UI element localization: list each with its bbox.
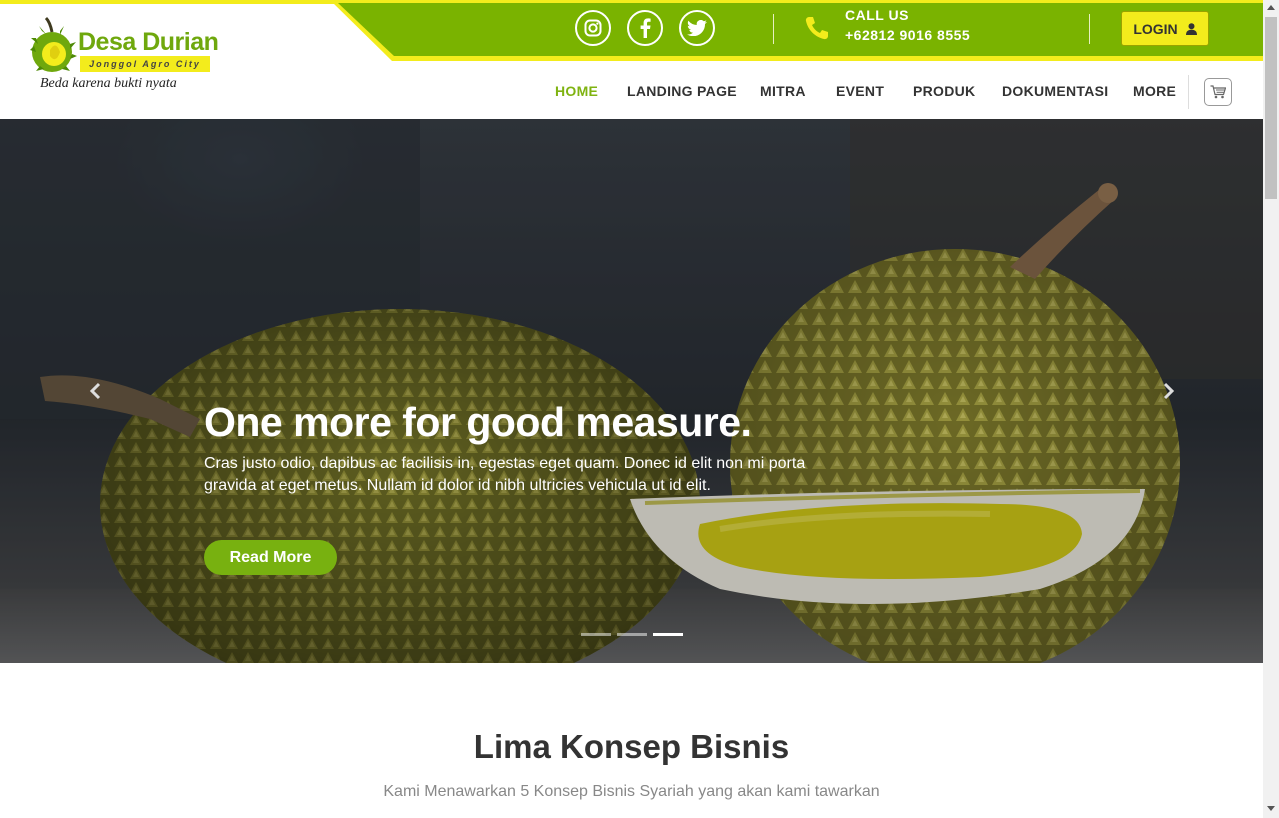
twitter-link[interactable]	[679, 10, 715, 46]
scrollbar-thumb[interactable]	[1265, 17, 1277, 199]
hero-text: Cras justo odio, dapibus ac facilisis in…	[204, 455, 806, 494]
slide-indicator[interactable]	[581, 633, 611, 636]
page-scrollbar[interactable]	[1263, 0, 1279, 818]
topbar-divider	[773, 14, 774, 44]
scroll-up-icon[interactable]	[1267, 5, 1275, 10]
hero-title: One more for good measure.	[204, 399, 752, 445]
section-subtitle: Kami Menawarkan 5 Konsep Bisnis Syariah …	[383, 783, 880, 800]
topbar-accent-line	[0, 0, 340, 4]
slide-indicator[interactable]	[617, 633, 647, 636]
instagram-icon	[584, 19, 602, 37]
chevron-left-icon[interactable]	[86, 381, 106, 401]
read-more-button[interactable]: Read More	[204, 540, 337, 575]
facebook-icon	[640, 18, 651, 38]
phone-icon	[805, 17, 828, 40]
slide-indicators	[581, 633, 691, 637]
cart-icon	[1210, 85, 1226, 99]
chevron-right-icon[interactable]	[1158, 381, 1178, 401]
nav-item-dokumentasi[interactable]: DOKUMENTASI	[1002, 83, 1108, 99]
user-icon	[1185, 22, 1197, 35]
nav-item-mitra[interactable]: MITRA	[760, 83, 806, 99]
brand-subtitle: Jonggol Agro City	[80, 56, 210, 72]
durian-logo-icon	[30, 16, 77, 72]
brand-name: Desa Durian	[78, 28, 219, 56]
login-label: LOGIN	[1133, 20, 1178, 37]
nav-item-landing-page[interactable]: LANDING PAGE	[627, 83, 737, 99]
instagram-link[interactable]	[575, 10, 611, 46]
section-title: Lima Konsep Bisnis	[473, 728, 790, 765]
cart-button[interactable]	[1204, 78, 1232, 106]
nav-item-more[interactable]: MORE	[1133, 83, 1176, 99]
hero-slider: One more for good measure. Cras justo od…	[0, 119, 1263, 663]
topbar-divider	[1089, 14, 1090, 44]
nav-item-home[interactable]: HOME	[555, 83, 598, 99]
nav-divider	[1188, 75, 1189, 109]
nav-item-event[interactable]: EVENT	[836, 83, 884, 99]
scroll-down-icon[interactable]	[1267, 806, 1275, 811]
nav-item-produk[interactable]: PRODUK	[913, 83, 975, 99]
site-header: Desa Durian Jonggol Agro City Beda karen…	[0, 0, 1263, 119]
call-us-title: CALL US	[845, 7, 909, 23]
facebook-link[interactable]	[627, 10, 663, 46]
call-us-number[interactable]: +62812 9016 8555	[845, 27, 970, 43]
twitter-icon	[687, 20, 707, 36]
hero-overlay	[0, 119, 1263, 663]
login-button[interactable]: LOGIN	[1121, 11, 1209, 46]
main-nav: HOME LANDING PAGE MITRA EVENT PRODUK DOK…	[0, 73, 1263, 109]
slide-indicator-active[interactable]	[653, 633, 683, 636]
